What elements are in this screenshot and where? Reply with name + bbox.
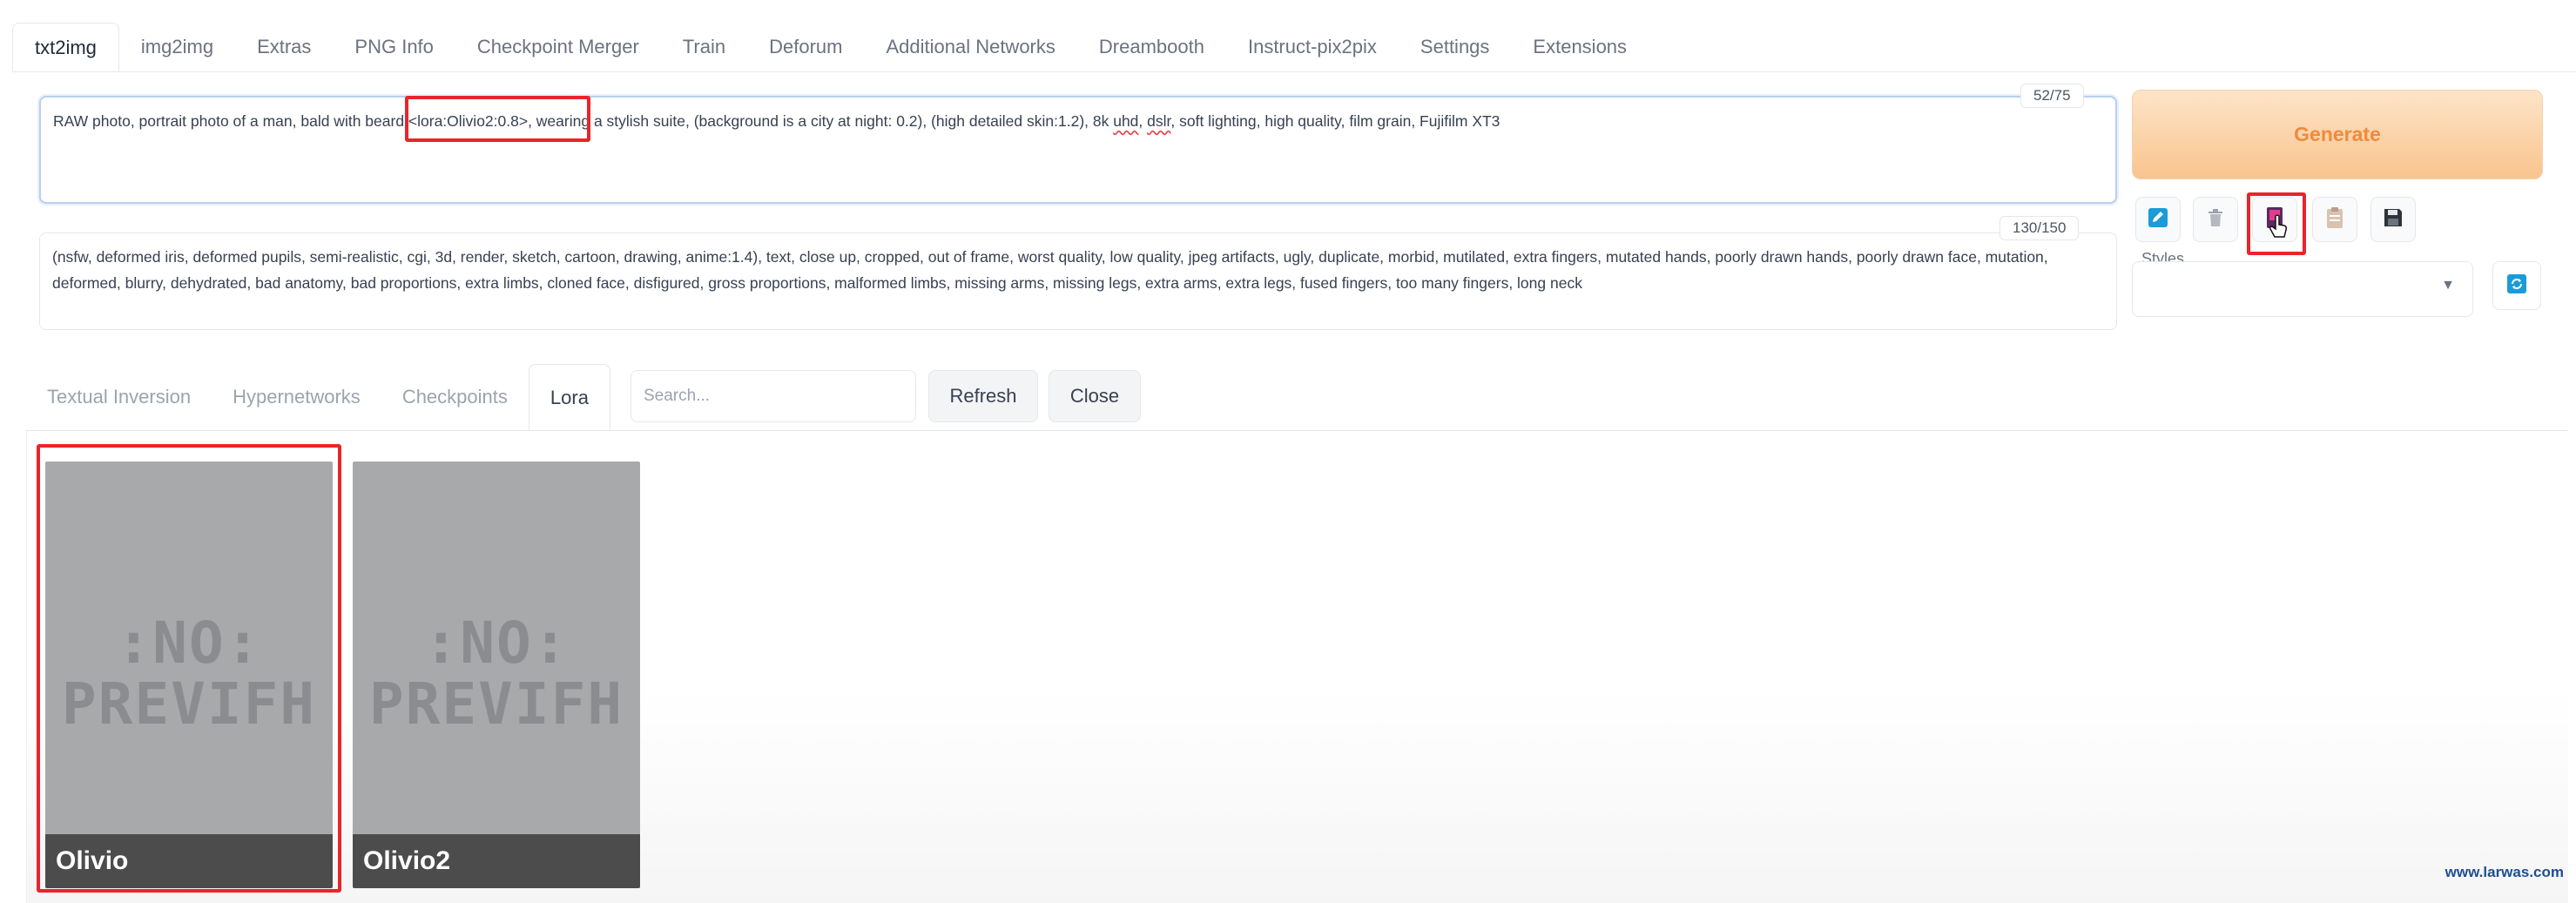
search-input[interactable] xyxy=(631,370,916,422)
watermark: www.larwas.com xyxy=(2445,864,2564,880)
highlight-lora-tag xyxy=(405,96,590,142)
chevron-down-icon: ▼ xyxy=(2441,278,2455,293)
prompt-text-after: , soft lighting, high quality, film grai… xyxy=(1170,112,1500,130)
top-tab-divider xyxy=(12,71,2576,72)
negative-prompt-token-counter: 130/150 xyxy=(1999,216,2080,240)
tab-checkpoints[interactable]: Checkpoints xyxy=(381,364,529,430)
tab-instruct-pix2pix[interactable]: Instruct-pix2pix xyxy=(1226,23,1399,71)
tab-dreambooth[interactable]: Dreambooth xyxy=(1077,23,1226,71)
pencil-square-icon xyxy=(2148,207,2168,232)
apply-style-button[interactable] xyxy=(2135,197,2181,242)
prompt-token-counter: 52/75 xyxy=(2020,84,2084,108)
tab-train[interactable]: Train xyxy=(661,23,747,71)
close-button[interactable]: Close xyxy=(1049,370,1141,422)
no-preview-text-line1: :NO: xyxy=(423,610,570,677)
clipboard-icon xyxy=(2325,206,2344,233)
prompt-text-mid: , xyxy=(1138,112,1148,130)
tab-checkpoint-merger[interactable]: Checkpoint Merger xyxy=(455,23,661,71)
styles-dropdown[interactable]: ▼ xyxy=(2132,261,2473,317)
prompt-textarea[interactable]: RAW photo, portrait photo of a man, bald… xyxy=(39,96,2117,204)
highlight-olivio-card xyxy=(37,444,341,893)
lora-card-olivio2[interactable]: :NO: PREVIFH Olivio2 xyxy=(353,462,640,888)
save-style-button[interactable] xyxy=(2370,197,2416,242)
tab-txt2img[interactable]: txt2img xyxy=(12,23,119,71)
tab-settings[interactable]: Settings xyxy=(1399,23,1512,71)
refresh-icon xyxy=(2506,273,2527,299)
refresh-styles-button[interactable] xyxy=(2492,261,2541,310)
mouse-cursor-icon xyxy=(2268,214,2289,245)
generate-button[interactable]: Generate xyxy=(2132,90,2543,179)
tab-extras[interactable]: Extras xyxy=(235,23,333,71)
no-preview-text-line2: PREVIFH xyxy=(368,671,624,738)
tab-lora[interactable]: Lora xyxy=(528,364,610,430)
prompt-text-dslr: dslr xyxy=(1147,112,1171,130)
clear-prompt-button[interactable] xyxy=(2193,197,2238,242)
tab-deforum[interactable]: Deforum xyxy=(747,23,864,71)
tab-extensions[interactable]: Extensions xyxy=(1511,23,1649,71)
negative-prompt-textarea[interactable]: (nsfw, deformed iris, deformed pupils, s… xyxy=(39,232,2117,330)
prompt-text-uhd: uhd xyxy=(1113,112,1139,130)
floppy-disk-icon xyxy=(2383,207,2404,232)
read-params-button[interactable] xyxy=(2312,197,2357,242)
card-name: Olivio2 xyxy=(353,834,640,888)
trash-icon xyxy=(2205,207,2226,232)
top-tab-bar: txt2img img2img Extras PNG Info Checkpoi… xyxy=(12,23,1702,71)
extra-networks-tab-bar: Textual Inversion Hypernetworks Checkpoi… xyxy=(26,364,610,430)
tab-textual-inversion[interactable]: Textual Inversion xyxy=(26,364,212,430)
tab-img2img[interactable]: img2img xyxy=(119,23,235,71)
tab-hypernetworks[interactable]: Hypernetworks xyxy=(212,364,381,430)
tab-png-info[interactable]: PNG Info xyxy=(333,23,455,71)
tab-additional-networks[interactable]: Additional Networks xyxy=(864,23,1076,71)
refresh-button[interactable]: Refresh xyxy=(928,370,1038,422)
